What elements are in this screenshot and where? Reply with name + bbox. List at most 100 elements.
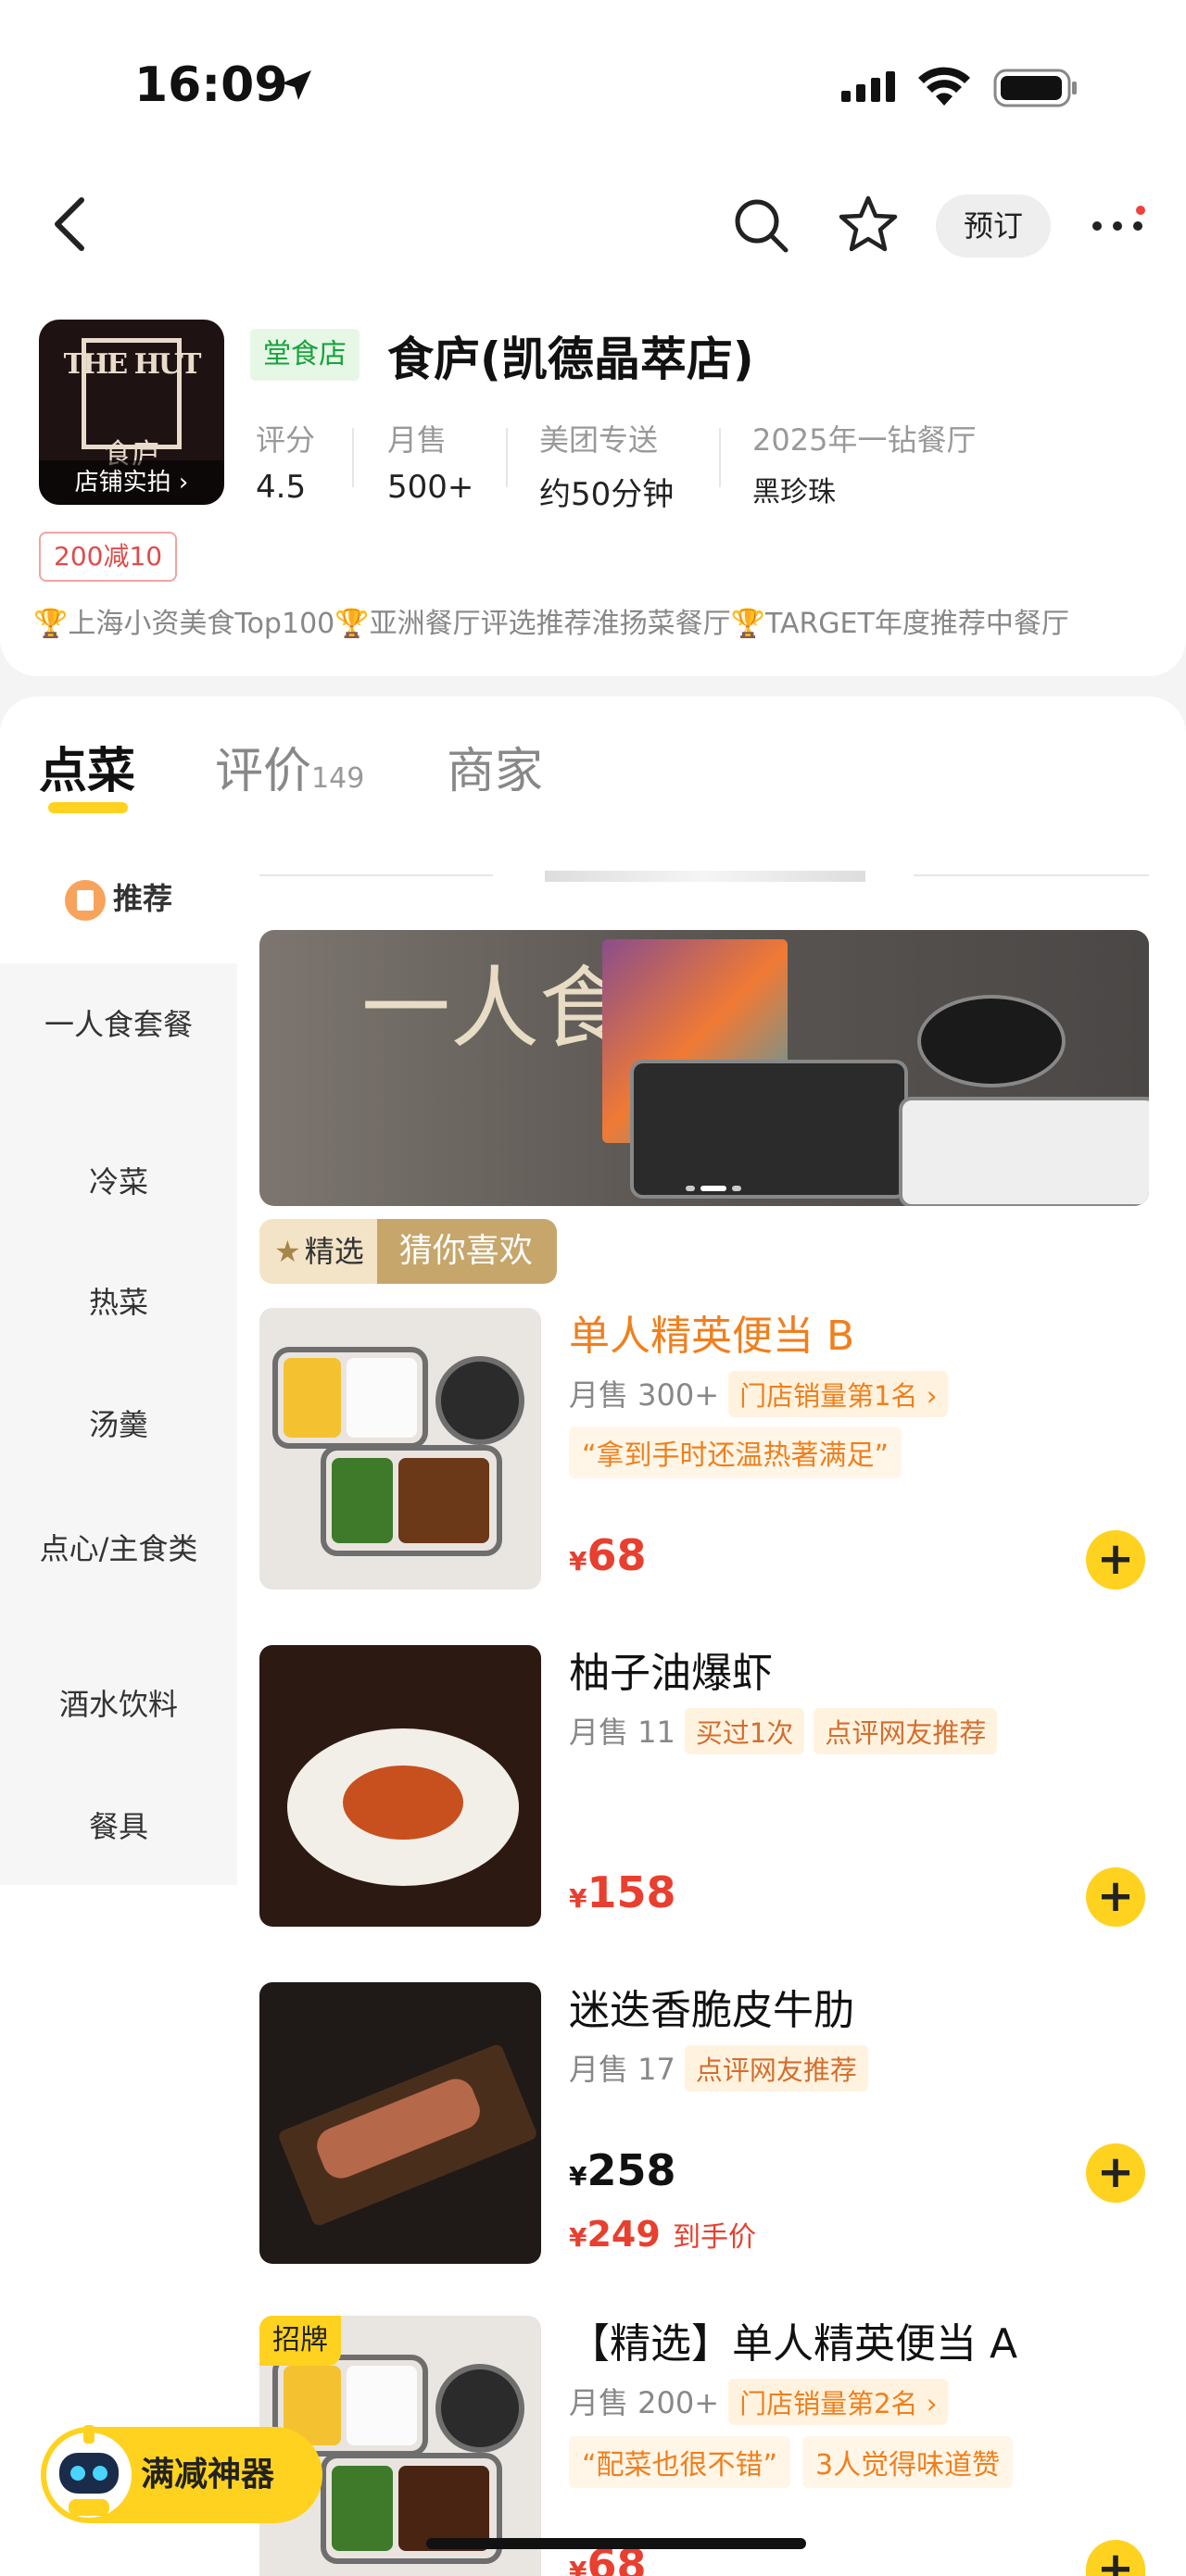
section-badge: ★ 精选 猜你喜欢 bbox=[259, 1219, 557, 1284]
reserve-button[interactable]: 预订 bbox=[936, 195, 1051, 258]
dish-review-quote: “配菜也很不错” bbox=[569, 2436, 791, 2488]
sidebar-item-dim-sum[interactable]: 点心/主食类 bbox=[0, 1528, 237, 1569]
banner-text: 一人食 bbox=[361, 957, 628, 1061]
dish-sales-row: 月售 200+ 门店销量第2名 › bbox=[569, 2379, 949, 2425]
dish-sales: 月售 200+ bbox=[569, 2385, 720, 2420]
carousel-dots bbox=[686, 1186, 741, 1191]
stat-value: 500+ bbox=[387, 469, 474, 506]
stat-divider bbox=[352, 428, 354, 487]
dish-image-shrimp[interactable] bbox=[259, 1645, 541, 1927]
stat-rating: 评分 4.5 bbox=[256, 417, 315, 506]
logo-text: THE HUT bbox=[63, 348, 202, 381]
tab-order[interactable]: 点菜 bbox=[39, 732, 135, 801]
sidebar-item-tableware[interactable]: 餐具 bbox=[0, 1806, 237, 1847]
stat-value: 4.5 bbox=[256, 469, 307, 506]
discount-helper-button[interactable]: 满减神器 bbox=[41, 2425, 322, 2523]
sidebar-item-recommend[interactable]: 推荐 bbox=[0, 878, 237, 921]
currency-symbol: ¥ bbox=[569, 2222, 587, 2253]
currency-symbol: ¥ bbox=[569, 2556, 587, 2576]
dish-price: ¥158 bbox=[569, 1867, 676, 1917]
dish-title[interactable]: 柚子油爆虾 bbox=[569, 1640, 773, 1699]
back-icon[interactable] bbox=[46, 195, 93, 254]
status-time: 16:09 bbox=[134, 57, 288, 113]
recommend-pill: 点评网友推荐 bbox=[814, 1708, 998, 1754]
stat-delivery: 美团专送 约50分钟 bbox=[539, 417, 674, 514]
currency-symbol: ¥ bbox=[569, 2161, 587, 2192]
dish-original-price: ¥258 bbox=[569, 2145, 676, 2195]
stat-value: 约50分钟 bbox=[539, 476, 675, 513]
dish-image-bento-b[interactable] bbox=[259, 1308, 541, 1590]
favorite-star-icon[interactable] bbox=[838, 195, 899, 254]
deal-label: 到手价 bbox=[673, 2221, 757, 2254]
sidebar-item-cold-dishes[interactable]: 冷菜 bbox=[0, 1162, 237, 1202]
banner-tray-image bbox=[630, 1060, 908, 1199]
cellular-signal-icon bbox=[841, 71, 895, 102]
promo-banner[interactable]: 一人食 bbox=[259, 930, 1149, 1206]
stat-label: 2025年一钻餐厅 bbox=[752, 422, 977, 458]
stat-value: 黑珍珠 bbox=[752, 476, 836, 509]
meat-cell bbox=[398, 1458, 489, 1543]
shrimp bbox=[343, 1766, 463, 1840]
sidebar-item-hot-dishes[interactable]: 热菜 bbox=[0, 1282, 237, 1323]
add-to-cart-button[interactable]: + bbox=[1086, 1867, 1145, 1927]
add-to-cart-button[interactable]: + bbox=[1086, 1530, 1145, 1590]
sidebar-item-label: 推荐 bbox=[112, 881, 172, 916]
tab-reviews[interactable]: 评价149 bbox=[215, 732, 364, 801]
dish-review-quote: “拿到手时还温热著满足” bbox=[569, 1426, 902, 1478]
currency-symbol: ¥ bbox=[569, 1883, 587, 1914]
shop-logo[interactable]: THE HUT 食庐 店铺实拍 › bbox=[39, 320, 224, 505]
add-to-cart-button[interactable]: + bbox=[1086, 2143, 1145, 2203]
tab-count: 149 bbox=[311, 762, 365, 795]
section-badge-left-label: 精选 bbox=[304, 1234, 364, 1269]
search-icon[interactable] bbox=[732, 196, 789, 254]
shop-photos-link[interactable]: 店铺实拍 › bbox=[39, 460, 224, 505]
section-badge-left: ★ 精选 bbox=[259, 1219, 377, 1284]
stat-black-pearl[interactable]: 2025年一钻餐厅 黑珍珠 bbox=[752, 417, 976, 509]
sidebar-item-drinks[interactable]: 酒水饮料 bbox=[0, 1684, 237, 1725]
coupon-badge[interactable]: 200减10 bbox=[39, 532, 178, 582]
stat-label: 评分 bbox=[256, 422, 316, 458]
dish-sales: 月售 300+ bbox=[569, 1377, 720, 1413]
dish-title[interactable]: 迷迭香脆皮牛肋 bbox=[569, 1977, 854, 2036]
shop-name: 食庐(凯德晶萃店) bbox=[387, 333, 754, 386]
dish-sales: 月售 11 bbox=[569, 1715, 675, 1750]
dish-sales-row: 月售 300+ 门店销量第1名 › bbox=[569, 1371, 949, 1417]
tab-label: 点菜 bbox=[39, 744, 136, 799]
rice-cell bbox=[347, 1358, 417, 1438]
dish-taste-count: 3人觉得味道赞 bbox=[802, 2436, 1014, 2488]
section-header-bar bbox=[545, 871, 865, 882]
stat-monthly-sales: 月售 500+ bbox=[387, 417, 473, 506]
stat-label: 月售 bbox=[387, 422, 448, 458]
divider bbox=[914, 874, 1149, 876]
recommend-icon bbox=[64, 880, 106, 921]
soup-bowl bbox=[435, 1356, 524, 1445]
dish-sales: 月售 17 bbox=[569, 2052, 675, 2087]
tab-label: 商家 bbox=[447, 744, 544, 799]
rank-pill[interactable]: 门店销量第1名 › bbox=[728, 1371, 949, 1417]
category-sidebar bbox=[0, 848, 237, 1885]
stat-divider bbox=[719, 428, 721, 487]
dish-sales-row: 月售 11 买过1次 点评网友推荐 bbox=[569, 1708, 998, 1754]
awards-line: 🏆上海小资美食Top100🏆亚洲餐厅评选推荐淮扬菜餐厅🏆TARGET年度推荐中餐… bbox=[33, 608, 1069, 640]
currency-symbol: ¥ bbox=[569, 1546, 587, 1577]
tab-active-indicator bbox=[48, 802, 128, 813]
rank-pill[interactable]: 门店销量第2名 › bbox=[728, 2379, 949, 2425]
egg-cell bbox=[284, 1358, 341, 1438]
soup-bowl bbox=[435, 2364, 524, 2453]
tab-merchant[interactable]: 商家 bbox=[447, 732, 543, 801]
robot-mascot-icon bbox=[46, 2425, 132, 2518]
tab-label: 评价 bbox=[215, 744, 312, 799]
home-indicator[interactable] bbox=[426, 2538, 806, 2549]
stat-divider bbox=[506, 428, 508, 487]
dish-title[interactable]: 【精选】单人精英便当 A bbox=[569, 2310, 1017, 2369]
sidebar-item-single-set[interactable]: 一人食套餐 bbox=[0, 1004, 237, 1045]
section-badge-right: 猜你喜欢 bbox=[376, 1219, 557, 1284]
more-options-icon[interactable] bbox=[1090, 206, 1149, 243]
signature-badge: 招牌 bbox=[259, 2316, 341, 2366]
dish-title[interactable]: 单人精英便当 B bbox=[569, 1302, 854, 1362]
dish-sales-row: 月售 17 点评网友推荐 bbox=[569, 2045, 868, 2092]
sidebar-item-soups[interactable]: 汤羹 bbox=[0, 1404, 237, 1445]
dish-deal-price: ¥249 到手价 bbox=[569, 2214, 756, 2255]
dish-image-beef-rib[interactable] bbox=[259, 1982, 541, 2264]
bought-pill: 买过1次 bbox=[684, 1708, 805, 1754]
